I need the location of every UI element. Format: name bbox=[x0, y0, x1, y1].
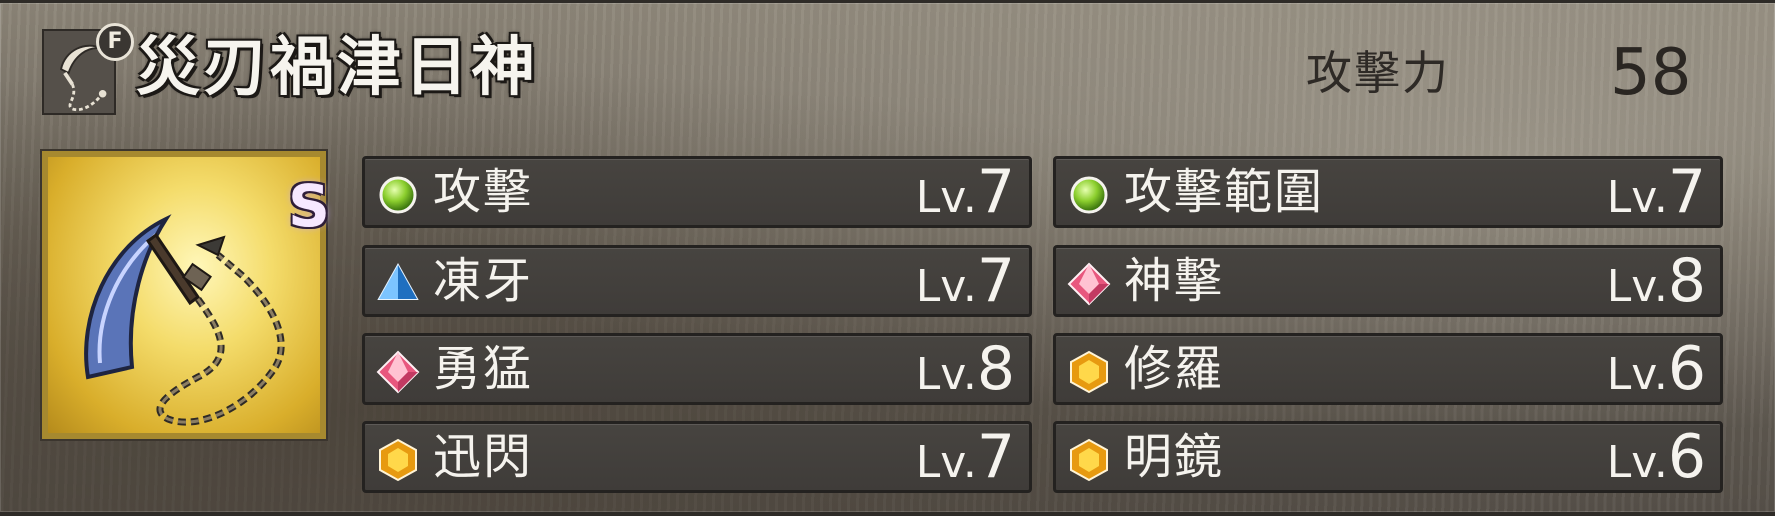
skill-level-value: 7 bbox=[976, 422, 1015, 492]
skill-name: 攻擊範圍 bbox=[1124, 164, 1325, 220]
skill-level: Lv.6 bbox=[1607, 336, 1706, 402]
skill-row: 攻擊 Lv.7 bbox=[362, 156, 1032, 228]
skill-level-value: 6 bbox=[1667, 422, 1706, 492]
skill-level: Lv.8 bbox=[916, 336, 1015, 402]
skill-level-value: 8 bbox=[1667, 246, 1706, 316]
attack-value: 58 bbox=[1610, 36, 1692, 110]
skill-level: Lv.7 bbox=[916, 424, 1015, 490]
favorite-badge: F bbox=[96, 23, 134, 61]
amber-hexagon-icon bbox=[1066, 349, 1112, 395]
skill-name: 明鏡 bbox=[1124, 429, 1225, 485]
skill-level: Lv.7 bbox=[1607, 159, 1706, 225]
skill-level-prefix: Lv. bbox=[915, 437, 977, 488]
skill-name: 攻擊 bbox=[433, 164, 534, 220]
weapon-name: 災刃禍津日神 bbox=[136, 31, 538, 105]
skill-level-prefix: Lv. bbox=[915, 349, 977, 400]
skill-row: 神擊 Lv.8 bbox=[1053, 245, 1723, 317]
skill-level-prefix: Lv. bbox=[1606, 437, 1668, 488]
pink-diamond-icon bbox=[375, 349, 421, 395]
skill-row: 勇猛 Lv.8 bbox=[362, 333, 1032, 405]
skill-name: 勇猛 bbox=[433, 341, 534, 397]
amber-hexagon-icon bbox=[375, 437, 421, 483]
skill-level-value: 8 bbox=[976, 334, 1015, 404]
green-orb-icon bbox=[375, 172, 421, 218]
skill-level-value: 6 bbox=[1667, 334, 1706, 404]
skill-level-value: 7 bbox=[1667, 157, 1706, 227]
skill-row: 攻擊範圍 Lv.7 bbox=[1053, 156, 1723, 228]
skill-name: 修羅 bbox=[1124, 341, 1225, 397]
pink-diamond-icon bbox=[1066, 261, 1112, 307]
skill-level: Lv.7 bbox=[916, 248, 1015, 314]
skill-row: 凍牙 Lv.7 bbox=[362, 245, 1032, 317]
skill-row: 修羅 Lv.6 bbox=[1053, 333, 1723, 405]
skill-name: 凍牙 bbox=[433, 253, 534, 309]
skill-level-prefix: Lv. bbox=[915, 172, 977, 223]
amber-hexagon-icon bbox=[1066, 437, 1112, 483]
skill-name: 迅閃 bbox=[433, 429, 534, 485]
weapon-info-panel: F 災刃禍津日神 攻擊力 58 S 攻擊 Lv.7 攻擊範圍 Lv.7 凍牙 Lv.7 神擊… bbox=[0, 0, 1775, 516]
skill-row: 迅閃 Lv.7 bbox=[362, 421, 1032, 493]
blue-pyramid-icon bbox=[375, 261, 421, 307]
skill-row: 明鏡 Lv.6 bbox=[1053, 421, 1723, 493]
attack-label: 攻擊力 bbox=[1306, 46, 1450, 100]
skill-level: Lv.6 bbox=[1607, 424, 1706, 490]
skill-level-value: 7 bbox=[976, 246, 1015, 316]
skill-level: Lv.7 bbox=[916, 159, 1015, 225]
skill-level: Lv.8 bbox=[1607, 248, 1706, 314]
skill-level-prefix: Lv. bbox=[1606, 172, 1668, 223]
skill-level-prefix: Lv. bbox=[1606, 349, 1668, 400]
skill-name: 神擊 bbox=[1124, 253, 1225, 309]
green-orb-icon bbox=[1066, 172, 1112, 218]
skill-level-prefix: Lv. bbox=[1606, 261, 1668, 312]
skill-level-prefix: Lv. bbox=[915, 261, 977, 312]
rank-badge: S bbox=[288, 172, 330, 240]
skill-level-value: 7 bbox=[976, 157, 1015, 227]
